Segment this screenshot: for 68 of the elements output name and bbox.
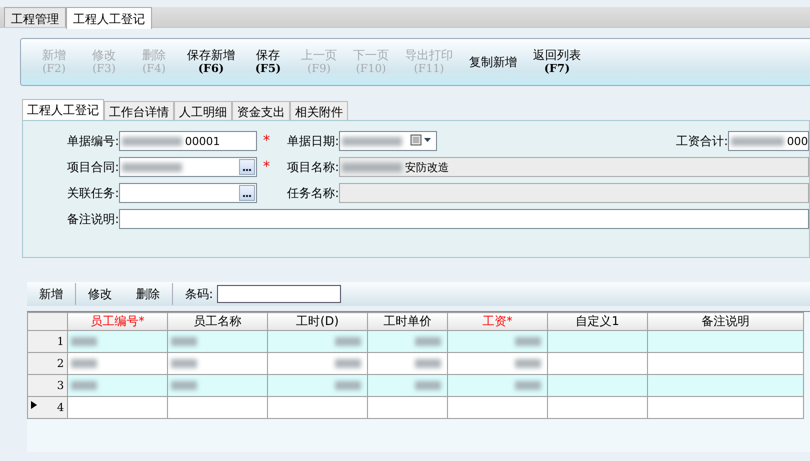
toolbar-button[interactable]: 保存 (F5) [243, 39, 293, 85]
redacted-text [335, 337, 361, 346]
readonly-field[interactable] [339, 183, 809, 203]
redacted-text [515, 381, 541, 390]
grid-button[interactable]: 新增 [27, 282, 75, 306]
lookup-field[interactable] [119, 183, 257, 203]
lookup-field[interactable] [119, 157, 257, 177]
field-label: 单据日期: [286, 132, 339, 150]
input-field[interactable] [119, 209, 809, 229]
field-label: 条码: [185, 286, 214, 302]
redacted-text [335, 359, 361, 368]
field-label: 项目合同: [66, 158, 119, 176]
barcode-field[interactable] [217, 285, 342, 303]
input-field[interactable]: 000 [728, 131, 809, 151]
readonly-field[interactable]: 安防改造 [339, 157, 809, 177]
redacted-text [515, 337, 541, 346]
form-tab[interactable]: 资金支出 [232, 101, 290, 120]
ellipsis-icon[interactable] [239, 159, 255, 175]
column-header[interactable]: 员工编号* [68, 312, 168, 330]
field-label: 单据编号: [66, 132, 119, 150]
grid-button[interactable]: 修改 [76, 282, 124, 306]
form-tab[interactable]: 工程人工登记 [22, 99, 104, 120]
toolbar-button[interactable]: 保存新增 (F6) [179, 39, 243, 85]
row-header[interactable]: 3 [28, 374, 68, 396]
grid-button[interactable]: 删除 [124, 282, 172, 306]
field-label: 关联任务: [66, 184, 119, 202]
redacted-text [515, 359, 541, 368]
redacted-text [171, 359, 197, 368]
current-row-icon [31, 401, 37, 412]
field-label: 任务名称: [286, 184, 339, 202]
redacted-text [415, 337, 441, 346]
form-tab[interactable]: 相关附件 [290, 101, 348, 120]
form-tab[interactable]: 人工明细 [174, 101, 232, 120]
row-number: 3 [57, 379, 64, 392]
field-label: 工资合计: [674, 132, 728, 150]
date-field[interactable] [339, 131, 437, 151]
column-header[interactable]: 自定义1 [548, 312, 648, 330]
field-label: 备注说明: [66, 210, 119, 228]
column-header[interactable]: 备注说明 [648, 312, 804, 330]
field-label: 项目名称: [286, 158, 339, 176]
form-tab[interactable]: 工作台详情 [104, 101, 174, 120]
window-tab[interactable]: 工程人工登记 [66, 7, 152, 29]
column-header[interactable]: 员工名称 [168, 312, 268, 330]
redacted-text [71, 381, 97, 390]
input-field[interactable]: 00001 [119, 131, 257, 151]
toolbar-button[interactable]: 返回列表 (F7) [525, 39, 589, 85]
toolbar-button[interactable]: 复制新增 [461, 39, 525, 85]
redacted-text [415, 381, 441, 390]
row-header[interactable]: 4 [28, 396, 68, 418]
redacted-text [415, 359, 441, 368]
row-number: 1 [57, 335, 64, 348]
row-number: 2 [57, 357, 64, 370]
calendar-icon[interactable] [410, 134, 432, 148]
row-number: 4 [57, 401, 64, 414]
redacted-text [335, 381, 361, 390]
required-mark: * [262, 133, 271, 149]
ellipsis-icon[interactable] [239, 185, 255, 201]
required-mark: * [262, 159, 271, 175]
window-tab[interactable]: 工程管理 [4, 7, 66, 27]
column-header[interactable]: 工时单价 [368, 312, 448, 330]
redacted-text [171, 337, 197, 346]
column-header[interactable]: 工资* [448, 312, 548, 330]
column-header[interactable]: 工时(D) [268, 312, 368, 330]
row-header[interactable]: 2 [28, 352, 68, 374]
row-header[interactable]: 1 [28, 330, 68, 352]
redacted-text [71, 337, 97, 346]
redacted-text [171, 381, 197, 390]
redacted-text [71, 359, 97, 368]
